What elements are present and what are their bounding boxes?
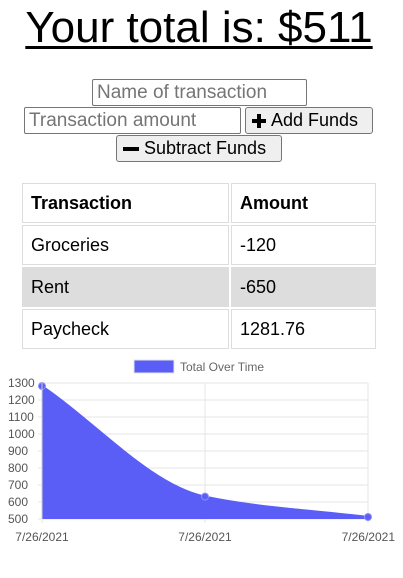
x-tick-label: 7/26/2021 [342, 530, 396, 544]
chart-legend: Total Over Time [133, 359, 264, 374]
table-row: Rent -650 [22, 267, 376, 307]
y-tick-label: 1100 [8, 410, 34, 424]
y-tick-label: 1200 [8, 393, 35, 407]
subtract-funds-label: Subtract Funds [144, 138, 267, 158]
data-point [364, 513, 372, 522]
table-row: Paycheck 1281.76 [22, 309, 376, 349]
y-tick-label: 500 [8, 512, 28, 526]
transactions-table: Transaction Amount Groceries -120 Rent -… [20, 181, 378, 351]
y-tick-label: 600 [8, 495, 28, 509]
table-header-row: Transaction Amount [22, 183, 376, 223]
minus-icon [123, 146, 139, 151]
table-row: Groceries -120 [22, 225, 376, 265]
column-header-transaction: Transaction [22, 183, 229, 223]
legend-label: Total Over Time [180, 360, 264, 374]
transaction-name-cell: Groceries [22, 225, 229, 265]
y-tick-label: 1300 [8, 376, 35, 390]
transaction-amount-input[interactable] [24, 107, 241, 134]
data-point [201, 492, 209, 501]
transaction-name-cell: Paycheck [22, 309, 229, 349]
transaction-name-input[interactable] [92, 79, 307, 106]
transaction-amount-cell: -120 [231, 225, 376, 265]
x-tick-label: 7/26/2021 [15, 530, 69, 544]
plus-icon [252, 113, 266, 128]
y-tick-label: 1000 [8, 427, 35, 441]
x-tick-label: 7/26/2021 [178, 530, 232, 544]
total-over-time-chart: Total Over Time 500 600 700 800 900 1000 1100 12… [8, 359, 396, 544]
subtract-funds-button[interactable]: Subtract Funds [116, 135, 282, 162]
y-tick-label: 900 [8, 444, 28, 458]
add-funds-button[interactable]: Add Funds [245, 107, 373, 134]
transaction-name-cell: Rent [22, 267, 229, 307]
column-header-amount: Amount [231, 183, 376, 223]
y-tick-label: 800 [8, 461, 28, 475]
add-funds-label: Add Funds [271, 110, 359, 130]
legend-swatch [133, 359, 175, 374]
transaction-amount-cell: -650 [231, 267, 376, 307]
total-heading: Your total is: $511 [25, 3, 373, 52]
transaction-amount-cell: 1281.76 [231, 309, 376, 349]
y-tick-label: 700 [8, 478, 28, 492]
